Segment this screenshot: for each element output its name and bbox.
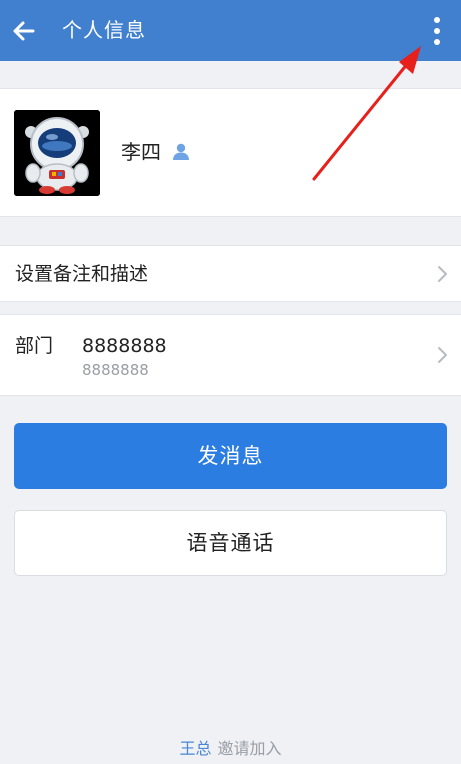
department-label: 部门 <box>15 335 54 357</box>
top-app-bar: 个人信息 <box>0 0 461 61</box>
invite-text: 邀请加入 <box>217 739 282 758</box>
more-options-button[interactable] <box>424 12 450 50</box>
chevron-right-icon <box>438 266 447 282</box>
chevron-right-icon <box>438 347 447 363</box>
arrow-left-icon <box>13 21 35 41</box>
more-vertical-icon-dot <box>434 28 440 34</box>
user-name: 李四 <box>121 140 161 164</box>
department-sub-value: 8888888 <box>82 361 149 379</box>
person-icon <box>171 142 191 162</box>
set-remark-row[interactable]: 设置备注和描述 <box>0 245 461 302</box>
voice-call-button[interactable]: 语音通话 <box>14 510 447 576</box>
invite-footer: 王总 邀请加入 <box>0 738 461 760</box>
department-row[interactable]: 部门 8888888 8888888 <box>0 314 461 396</box>
back-button[interactable] <box>7 14 41 48</box>
page-title: 个人信息 <box>62 18 146 42</box>
more-vertical-icon <box>434 17 440 23</box>
set-remark-label: 设置备注和描述 <box>15 263 149 285</box>
astronaut-icon <box>14 110 100 196</box>
inviter-name[interactable]: 王总 <box>179 739 211 758</box>
more-vertical-icon-dot <box>434 39 440 45</box>
send-message-button[interactable]: 发消息 <box>14 423 447 489</box>
department-value: 8888888 <box>82 335 167 357</box>
profile-card: 李四 <box>0 88 461 217</box>
avatar[interactable] <box>14 110 100 196</box>
